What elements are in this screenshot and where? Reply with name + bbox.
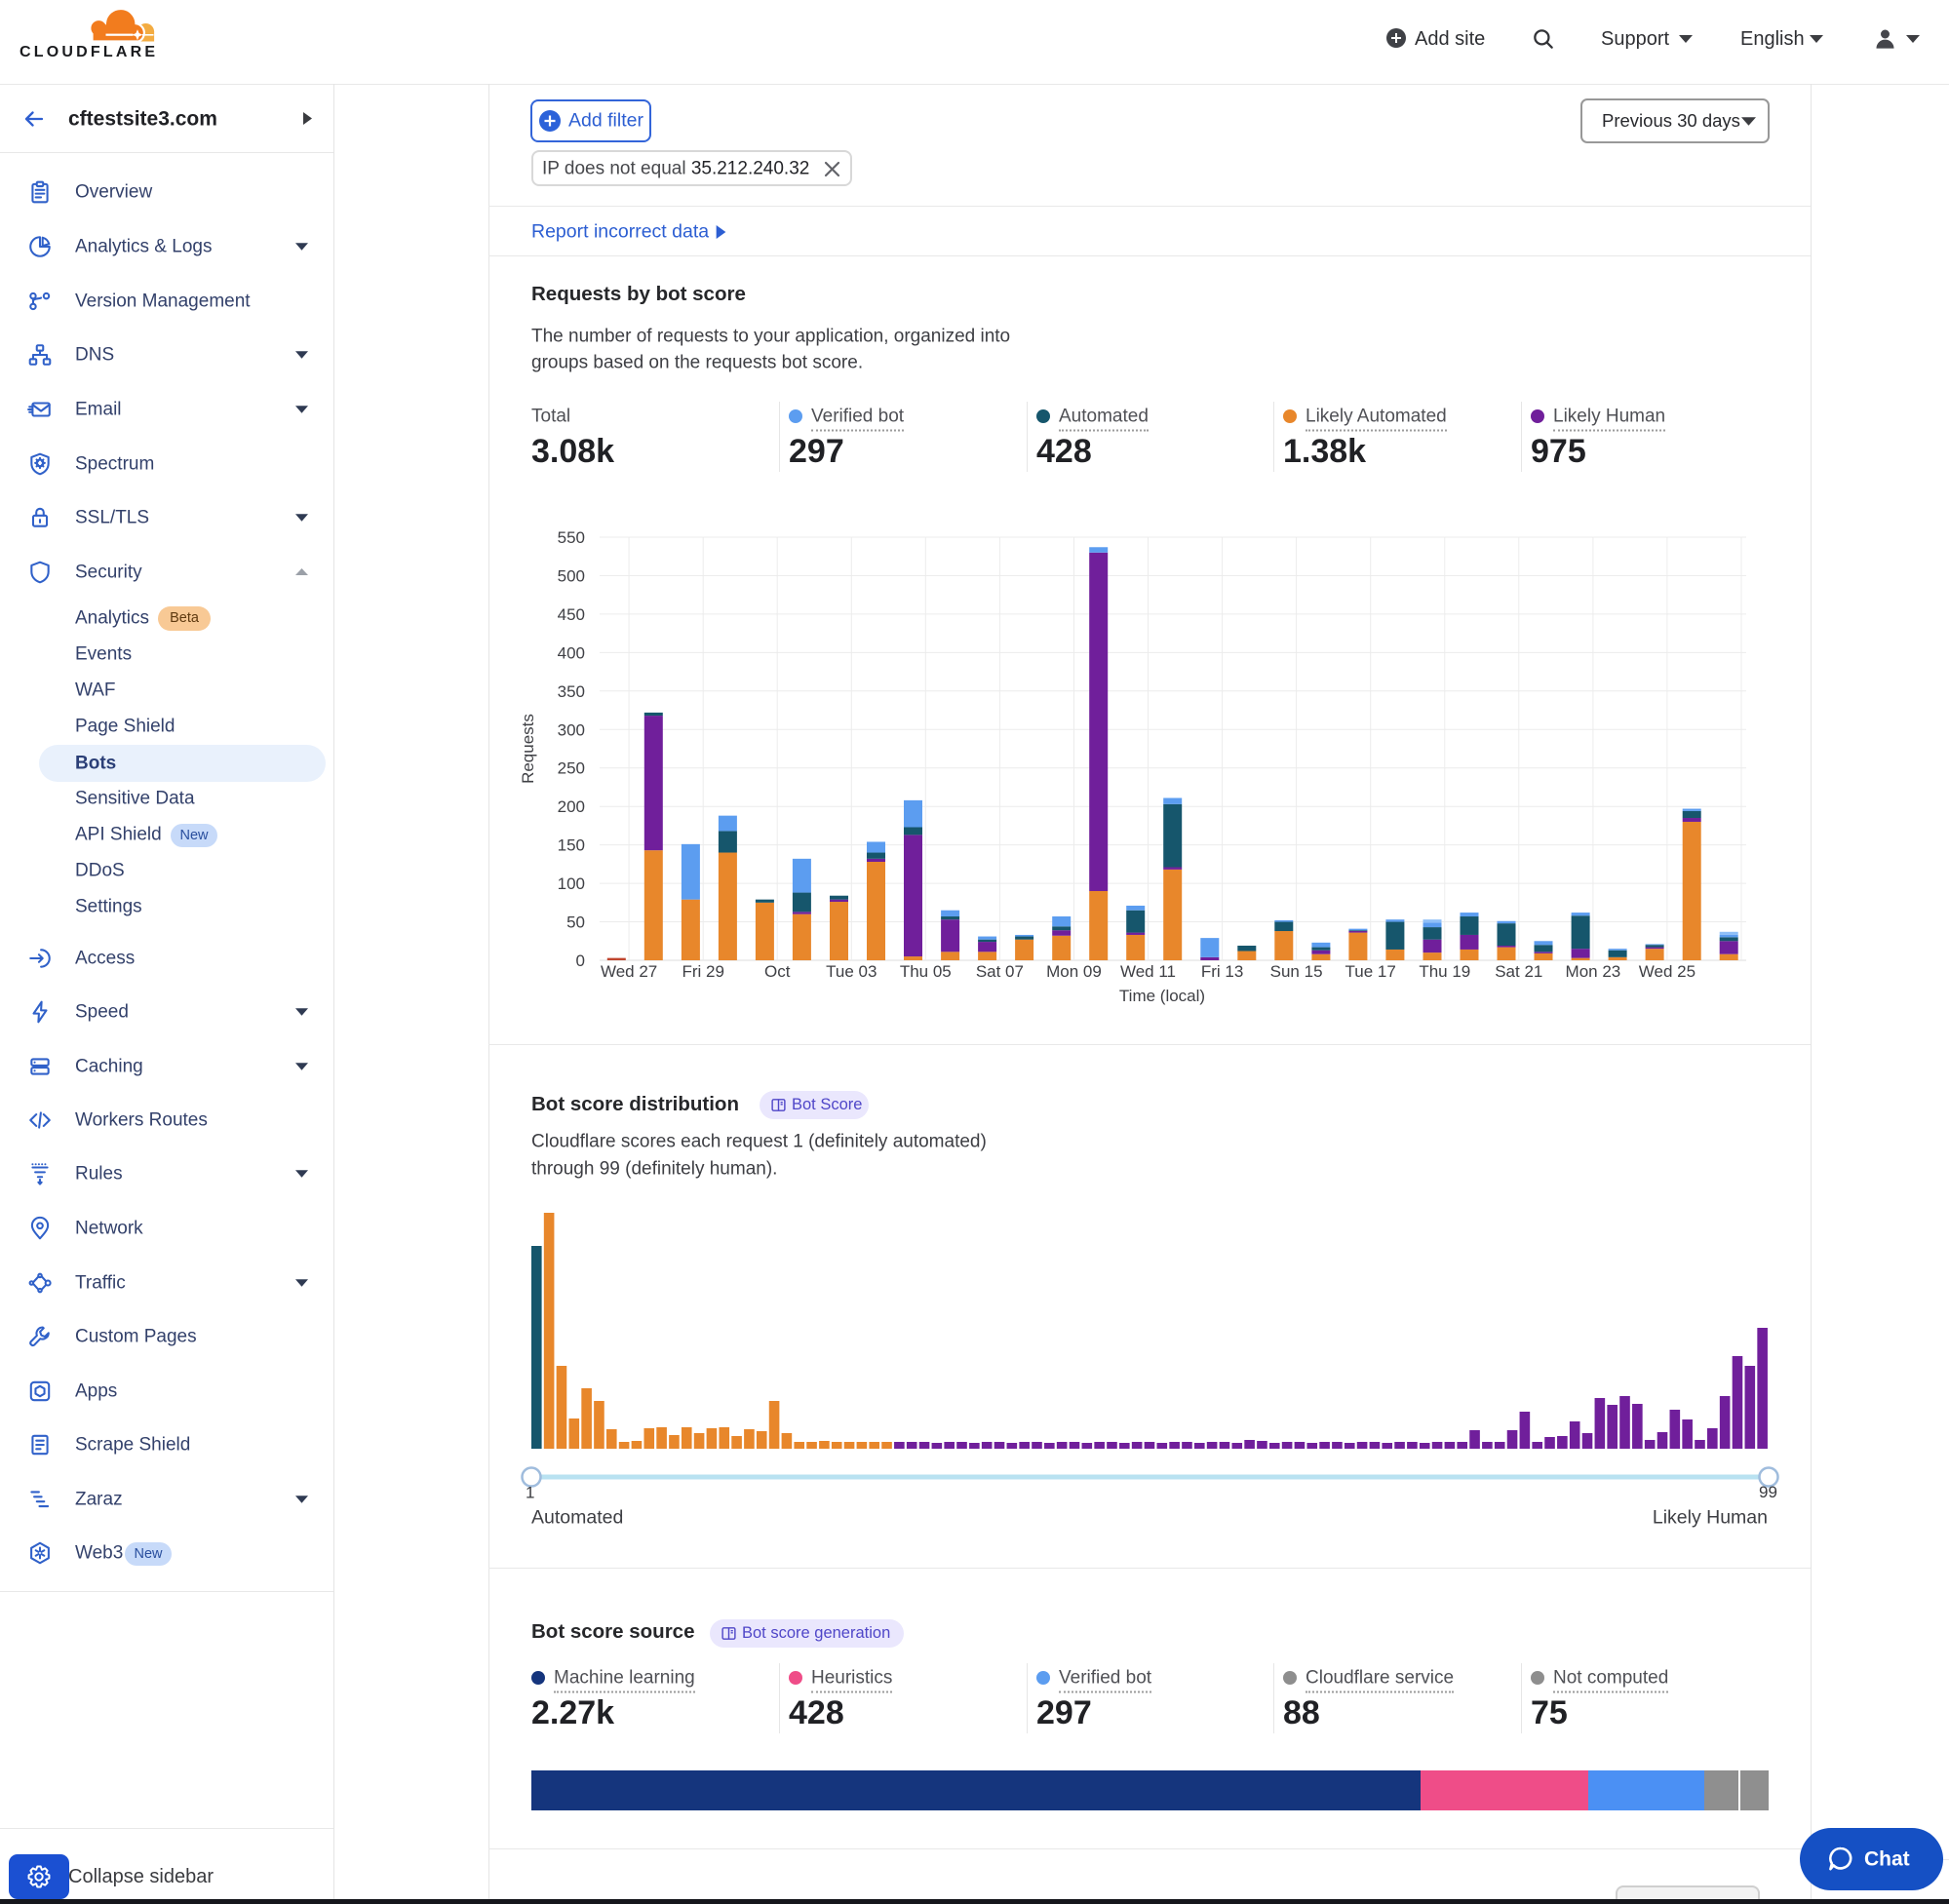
svg-text:500: 500 <box>558 567 585 586</box>
svg-text:Mon 23: Mon 23 <box>1566 962 1621 981</box>
svg-text:Thu 19: Thu 19 <box>1419 962 1470 981</box>
svg-text:Tue 03: Tue 03 <box>826 962 877 981</box>
svg-text:Fri 13: Fri 13 <box>1201 962 1243 981</box>
svg-text:350: 350 <box>558 682 585 701</box>
svg-text:300: 300 <box>558 720 585 739</box>
svg-text:Time (local): Time (local) <box>1119 987 1205 1005</box>
svg-text:Sat 07: Sat 07 <box>976 962 1024 981</box>
svg-text:Tue 17: Tue 17 <box>1345 962 1396 981</box>
svg-text:150: 150 <box>558 836 585 855</box>
svg-text:Oct: Oct <box>764 962 791 981</box>
svg-text:200: 200 <box>558 797 585 816</box>
svg-text:Sun 15: Sun 15 <box>1270 962 1323 981</box>
svg-text:Wed 25: Wed 25 <box>1639 962 1696 981</box>
svg-text:Mon 09: Mon 09 <box>1046 962 1102 981</box>
svg-text:450: 450 <box>558 605 585 624</box>
svg-text:Sat 21: Sat 21 <box>1495 962 1542 981</box>
svg-text:Requests: Requests <box>519 714 537 784</box>
svg-text:Fri 29: Fri 29 <box>682 962 723 981</box>
svg-text:550: 550 <box>558 528 585 547</box>
svg-text:Wed 27: Wed 27 <box>601 962 657 981</box>
svg-text:50: 50 <box>566 913 585 932</box>
svg-text:Thu 05: Thu 05 <box>900 962 952 981</box>
svg-text:250: 250 <box>558 759 585 778</box>
svg-text:Wed 11: Wed 11 <box>1120 962 1176 981</box>
svg-text:0: 0 <box>576 952 585 970</box>
svg-text:400: 400 <box>558 643 585 662</box>
svg-text:100: 100 <box>558 874 585 893</box>
